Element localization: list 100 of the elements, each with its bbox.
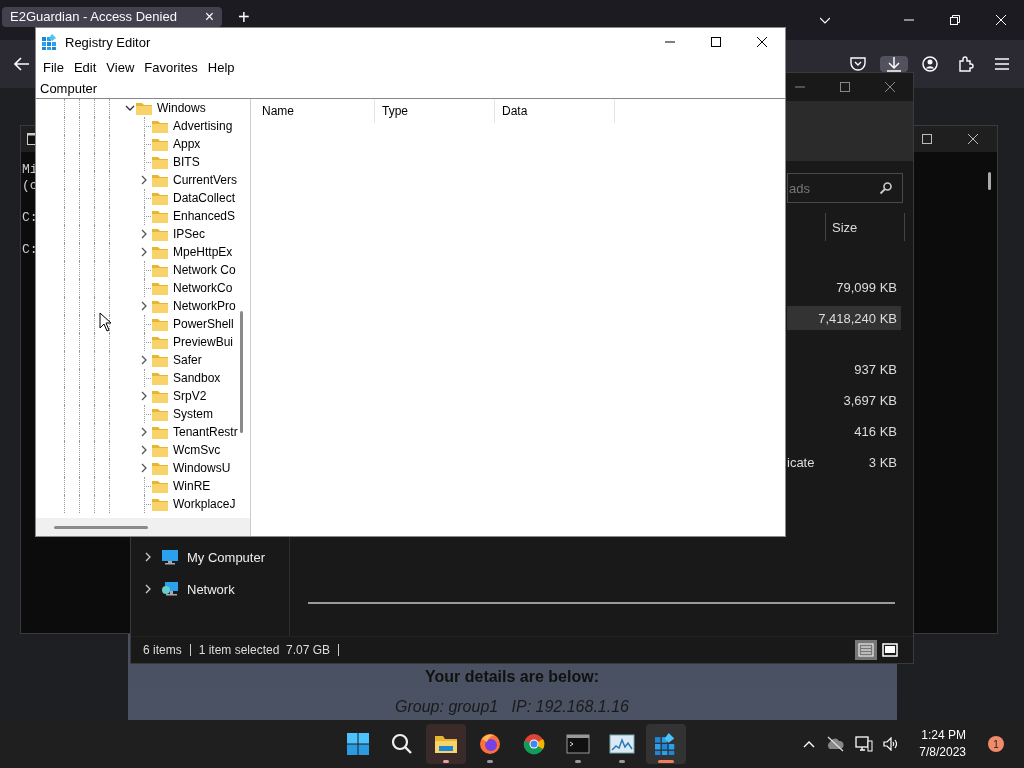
network-icon[interactable] (855, 736, 874, 752)
scrollbar-thumb[interactable] (54, 525, 148, 529)
file-row[interactable]: 7,418,240 KB (787, 306, 901, 330)
preview-view-icon (882, 643, 898, 657)
file-row[interactable]: 79,099 KB (787, 275, 901, 299)
console-line: C: (22, 210, 38, 226)
folder-icon (152, 155, 168, 169)
network-icon (161, 581, 179, 597)
scrollbar-thumb[interactable] (240, 311, 243, 433)
chrome-icon (523, 733, 545, 755)
search-field[interactable]: ads (787, 173, 903, 203)
folder-icon (152, 335, 168, 349)
restore-icon (950, 15, 960, 25)
console-line: Mi (22, 162, 38, 178)
column-header[interactable]: Name (255, 99, 375, 123)
chevron-icon[interactable] (139, 301, 149, 311)
menu-icon (994, 57, 1010, 71)
chevron-icon[interactable] (125, 103, 135, 113)
tree-item[interactable]: EnhancedS (171, 208, 238, 224)
tree-item[interactable]: CurrentVers (171, 172, 240, 188)
mouse-pointer-icon (99, 312, 112, 332)
tree-item[interactable]: PowerShell (171, 316, 236, 332)
menu-item[interactable]: Help (202, 59, 240, 75)
nav-item[interactable]: Network (131, 578, 289, 600)
chevron-icon[interactable] (139, 391, 149, 401)
column-header[interactable]: Size (825, 213, 905, 241)
maximize-icon (922, 134, 932, 144)
file-row[interactable]: 937 KB (787, 357, 901, 381)
menu-item[interactable]: Edit (68, 59, 102, 75)
pocket-icon (850, 56, 866, 72)
scrollbar-thumb[interactable] (988, 172, 991, 190)
scrollbar-thumb[interactable] (308, 602, 895, 604)
browser-tab[interactable]: E2Guardian - Access Denied × (2, 6, 222, 27)
chart-window-icon (609, 734, 635, 754)
address-field[interactable]: Computer (36, 78, 785, 99)
tree-item[interactable]: WorkplaceJ (171, 496, 238, 512)
chevron-right-icon[interactable] (143, 552, 153, 562)
tree-item[interactable]: MpeHttpEx (171, 244, 235, 260)
tree-item[interactable]: DataCollect (171, 190, 238, 206)
console-line: C: (22, 242, 38, 258)
volume-icon[interactable] (883, 737, 900, 751)
computer-icon (161, 549, 179, 565)
user-details: Group: group1 IP: 192.168.1.16 (395, 698, 629, 716)
notification-badge[interactable]: 1 (988, 736, 1004, 752)
chevron-icon[interactable] (139, 175, 149, 185)
folder-icon (152, 191, 168, 205)
file-row[interactable]: icate 3 KB (787, 450, 901, 474)
tree-item[interactable]: Appx (171, 136, 203, 152)
menu-item[interactable]: Favorites (139, 59, 203, 75)
selection-info: 1 item selected 7.07 GB (198, 643, 332, 657)
close-icon (968, 134, 978, 144)
registry-icon (42, 34, 58, 50)
close-icon (885, 82, 895, 92)
tree-item[interactable]: Safer (171, 352, 204, 368)
cloud-off-icon[interactable] (825, 736, 846, 752)
tree-item[interactable]: WinRE (171, 478, 213, 494)
tree-item[interactable]: WindowsU (171, 460, 233, 476)
nav-item[interactable]: My Computer (131, 546, 289, 568)
taskbar-app[interactable] (426, 724, 466, 764)
tree-item[interactable]: Network Co (171, 262, 238, 278)
view-button[interactable] (879, 640, 901, 660)
tree-item[interactable]: Sandbox (171, 370, 223, 386)
chevron-icon[interactable] (139, 355, 149, 365)
account-icon (922, 56, 938, 72)
new-tab-button[interactable]: + (234, 6, 254, 27)
menu-item[interactable]: File (38, 59, 69, 75)
tree-item[interactable]: TenantRestr (171, 424, 240, 440)
folder-icon (152, 461, 168, 475)
file-size: 79,099 KB (836, 279, 897, 295)
back-button[interactable] (12, 56, 32, 72)
tree-item[interactable]: Windows (155, 100, 208, 116)
chevron-up-icon[interactable] (803, 740, 816, 748)
maximize-icon (840, 82, 850, 92)
folder-icon (152, 443, 168, 457)
file-row[interactable]: 3,697 KB (787, 388, 901, 412)
taskbar-app[interactable] (646, 724, 686, 764)
tree-item[interactable]: System (171, 406, 215, 422)
folder-icon (152, 281, 168, 295)
download-icon (886, 56, 902, 72)
tree-item[interactable]: NetworkCo (171, 280, 235, 296)
firefox-icon (479, 733, 501, 755)
file-size: 3,697 KB (843, 392, 897, 408)
menu-item[interactable]: View (101, 59, 140, 75)
tree-item[interactable]: SrpV2 (171, 388, 209, 404)
tree-item[interactable]: Advertising (171, 118, 235, 134)
tree-item[interactable]: IPSec (171, 226, 207, 242)
tree-item[interactable]: NetworkPro (171, 298, 238, 314)
chevron-down-icon (820, 15, 830, 25)
chevron-right-icon[interactable] (143, 584, 153, 594)
file-row[interactable]: 416 KB (787, 419, 901, 443)
tree-item[interactable]: BITS (171, 154, 202, 170)
clock[interactable]: 1:24 PM 7/8/2023 (915, 727, 970, 761)
file-size: 416 KB (854, 423, 897, 439)
column-header[interactable]: Data (495, 99, 615, 123)
column-header[interactable]: Type (375, 99, 495, 123)
download-button[interactable] (880, 56, 908, 72)
tree-item[interactable]: WcmSvc (171, 442, 223, 458)
file-size: 937 KB (854, 361, 897, 377)
tree-item[interactable]: PreviewBui (171, 334, 236, 350)
folder-icon (152, 173, 168, 187)
